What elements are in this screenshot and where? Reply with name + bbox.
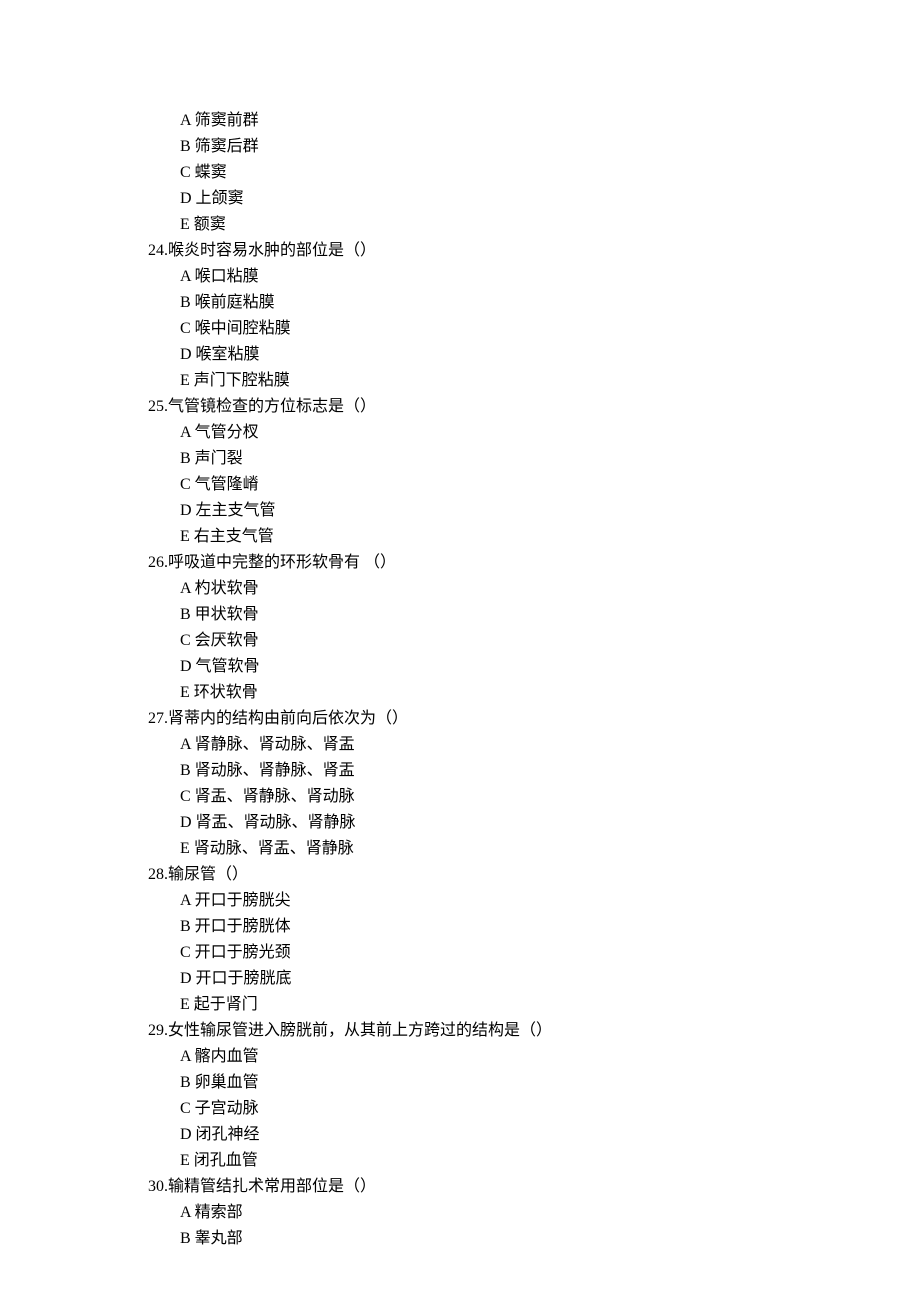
question-option: E 闭孔血管 <box>148 1148 920 1174</box>
question-stem: 24.喉炎时容易水肿的部位是（） <box>148 238 920 264</box>
question-option: D 气管软骨 <box>148 654 920 680</box>
question-option: A 精索部 <box>148 1200 920 1226</box>
question-option: E 环状软骨 <box>148 680 920 706</box>
question-option: B 甲状软骨 <box>148 602 920 628</box>
question-stem: 28.输尿管（） <box>148 862 920 888</box>
question-option: C 开口于膀光颈 <box>148 940 920 966</box>
question-stem: 27.肾蒂内的结构由前向后依次为（） <box>148 706 920 732</box>
question-option: A 气管分杈 <box>148 420 920 446</box>
question-option: B 筛窦后群 <box>148 134 920 160</box>
question-stem: 26.呼吸道中完整的环形软骨有 （） <box>148 550 920 576</box>
question-option: C 蝶窦 <box>148 160 920 186</box>
question-option: B 卵巢血管 <box>148 1070 920 1096</box>
question-option: A 喉口粘膜 <box>148 264 920 290</box>
question-option: D 喉室粘膜 <box>148 342 920 368</box>
question-option: A 杓状软骨 <box>148 576 920 602</box>
question-option: A 开口于膀胱尖 <box>148 888 920 914</box>
question-option: C 子宫动脉 <box>148 1096 920 1122</box>
question-option: C 会厌软骨 <box>148 628 920 654</box>
question-stem: 29.女性输尿管进入膀胱前，从其前上方跨过的结构是（） <box>148 1018 920 1044</box>
question-option: C 气管隆嵴 <box>148 472 920 498</box>
question-option: B 声门裂 <box>148 446 920 472</box>
question-option: A 肾静脉、肾动脉、肾盂 <box>148 732 920 758</box>
question-option: A 髂内血管 <box>148 1044 920 1070</box>
question-option: B 睾丸部 <box>148 1226 920 1252</box>
question-option: C 肾盂、肾静脉、肾动脉 <box>148 784 920 810</box>
question-option: C 喉中间腔粘膜 <box>148 316 920 342</box>
question-stem: 25.气管镜检查的方位标志是（） <box>148 394 920 420</box>
question-option: D 左主支气管 <box>148 498 920 524</box>
question-option: E 声门下腔粘膜 <box>148 368 920 394</box>
question-option: D 肾盂、肾动脉、肾静脉 <box>148 810 920 836</box>
question-option: B 肾动脉、肾静脉、肾盂 <box>148 758 920 784</box>
question-option: B 喉前庭粘膜 <box>148 290 920 316</box>
question-option: A 筛窦前群 <box>148 108 920 134</box>
question-option: E 额窦 <box>148 212 920 238</box>
question-option: E 起于肾门 <box>148 992 920 1018</box>
question-option: D 上颌窦 <box>148 186 920 212</box>
question-option: D 闭孔神经 <box>148 1122 920 1148</box>
question-option: D 开口于膀胱底 <box>148 966 920 992</box>
document-body: A 筛窦前群B 筛窦后群C 蝶窦D 上颌窦E 额窦24.喉炎时容易水肿的部位是（… <box>148 108 920 1252</box>
question-option: E 右主支气管 <box>148 524 920 550</box>
question-option: E 肾动脉、肾盂、肾静脉 <box>148 836 920 862</box>
question-option: B 开口于膀胱体 <box>148 914 920 940</box>
question-stem: 30.输精管结扎术常用部位是（） <box>148 1174 920 1200</box>
